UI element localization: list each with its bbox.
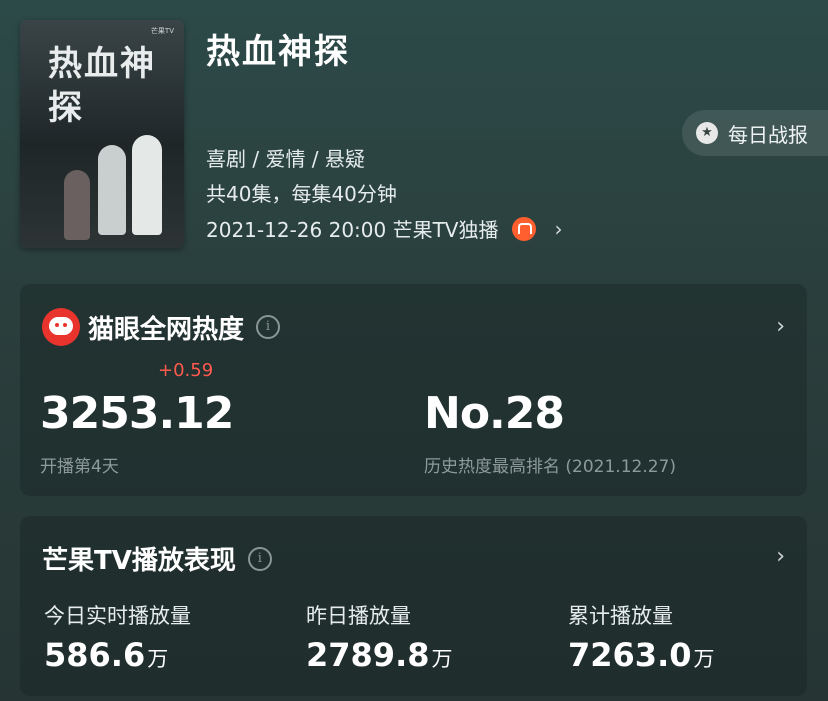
chevron-right-icon[interactable]: ›: [776, 544, 785, 569]
rank-value: No.28: [424, 388, 565, 439]
show-title: 热血神探: [206, 32, 350, 72]
poster-title: 热血神探: [48, 44, 156, 128]
show-genres: 喜剧 / 爱情 / 悬疑: [206, 147, 365, 171]
daily-report-button[interactable]: ★ 每日战报: [682, 110, 828, 156]
stat-value-today: 586.6万: [44, 636, 169, 674]
stat-label-today: 今日实时播放量: [44, 604, 191, 628]
chevron-right-icon[interactable]: ›: [776, 314, 785, 339]
maoyan-cat-icon: [42, 308, 80, 346]
play-card-header: 芒果TV播放表现 i: [42, 540, 272, 577]
heat-delta: +0.59: [158, 360, 214, 381]
mango-tv-icon: [512, 216, 537, 241]
rank-caption: 历史热度最高排名 (2021.12.27): [424, 457, 677, 477]
show-poster[interactable]: 芒果TV 热血神探: [20, 20, 184, 248]
poster-figure: [132, 135, 162, 235]
airing-text: 2021-12-26 20:00 芒果TV独播: [206, 218, 499, 242]
play-card-title: 芒果TV播放表现: [42, 546, 236, 576]
play-performance-card[interactable]: 芒果TV播放表现 i › 今日实时播放量 586.6万 昨日播放量 2789.8…: [20, 516, 807, 696]
medal-icon: ★: [696, 122, 718, 144]
poster-figure: [64, 170, 90, 240]
heat-card-title: 猫眼全网热度: [88, 314, 245, 345]
airing-info-link[interactable]: 2021-12-26 20:00 芒果TV独播 ›: [206, 214, 562, 243]
chevron-right-icon: ›: [554, 216, 563, 241]
heat-card-header: 猫眼全网热度 i: [42, 308, 281, 346]
stat-value-yesterday: 2789.8万: [306, 636, 453, 674]
info-icon[interactable]: i: [256, 315, 281, 339]
heat-card[interactable]: 猫眼全网热度 i › +0.59 3253.12 开播第4天 No.28 历史热…: [20, 284, 807, 496]
daily-report-label: 每日战报: [728, 122, 808, 147]
heat-value: 3253.12: [40, 388, 234, 439]
show-episodes: 共40集，每集40分钟: [206, 182, 397, 206]
heat-value-caption: 开播第4天: [40, 457, 119, 477]
poster-figure: [98, 145, 126, 235]
stat-value-total: 7263.0万: [568, 636, 715, 674]
info-icon[interactable]: i: [247, 546, 272, 571]
poster-logo: 芒果TV: [150, 27, 174, 35]
stat-label-yesterday: 昨日播放量: [306, 604, 411, 628]
stat-label-total: 累计播放量: [568, 604, 673, 628]
